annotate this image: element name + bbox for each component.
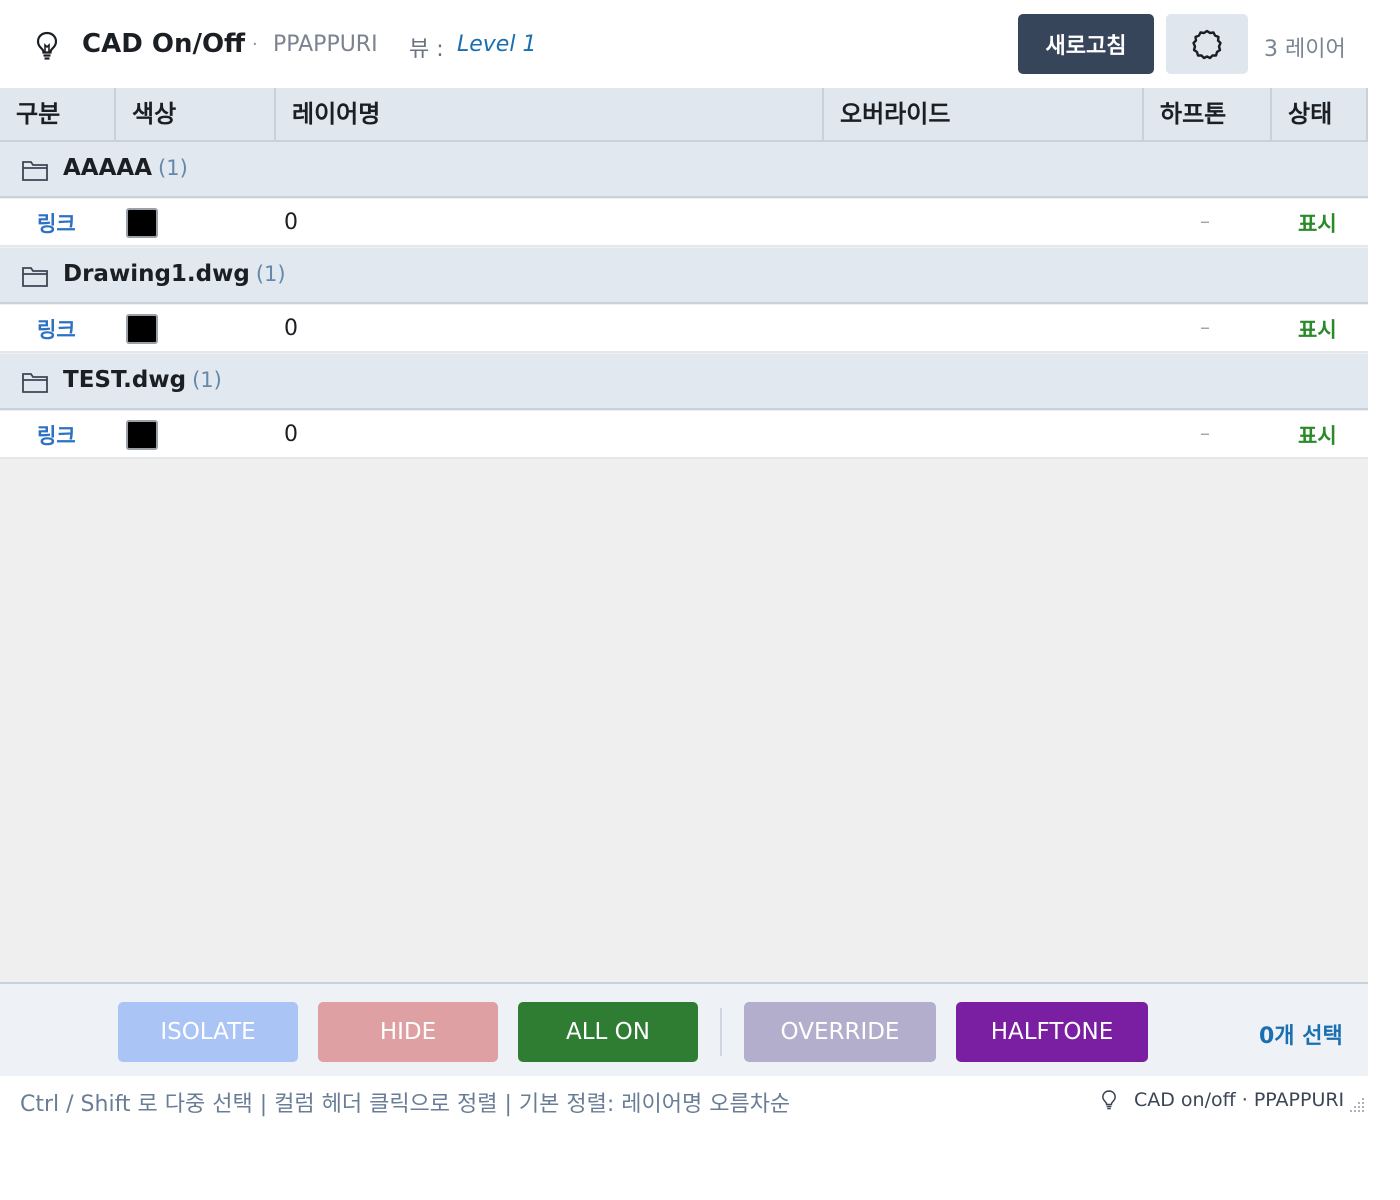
layer-type: 링크	[37, 318, 76, 342]
column-header-state[interactable]: 상태	[1272, 88, 1368, 140]
group-count: (1)	[255, 262, 286, 286]
column-header-layer-name[interactable]: 레이어명	[276, 88, 824, 140]
layer-row[interactable]: 링크 0 – 표시	[0, 305, 1368, 353]
cad-onoff-window: CAD On/Off · PPAPPURI 뷰 : Level 1 새로고침 3…	[0, 0, 1368, 1200]
column-header-color[interactable]: 색상	[116, 88, 276, 140]
footer-brand: CAD on/off · PPAPPURI	[1134, 1089, 1345, 1111]
override-button[interactable]: OVERRIDE	[744, 1002, 936, 1062]
column-header-override[interactable]: 오버라이드	[824, 88, 1144, 140]
gear-icon	[1192, 29, 1222, 60]
column-header-halftone[interactable]: 하프톤	[1144, 88, 1272, 140]
state-toggle[interactable]: 표시	[1298, 314, 1337, 344]
layer-row[interactable]: 링크 0 – 표시	[0, 411, 1368, 459]
header-bar: CAD On/Off · PPAPPURI 뷰 : Level 1 새로고침 3…	[0, 0, 1368, 88]
halftone-value: –	[1200, 315, 1210, 339]
folder-icon	[22, 267, 48, 287]
group-count: (1)	[158, 156, 188, 180]
selection-count: 0개 선택	[1259, 1024, 1343, 1049]
halftone-value: –	[1200, 421, 1210, 445]
view-value: Level 1	[457, 32, 537, 57]
folder-icon	[22, 161, 48, 181]
hide-button[interactable]: HIDE	[318, 1002, 498, 1062]
layer-count: 3 레이어	[1264, 37, 1346, 62]
group-count: (1)	[192, 368, 222, 392]
layer-name: 0	[284, 316, 298, 341]
layer-name: 0	[284, 210, 298, 235]
layer-grid: AAAAA (1) 링크 0 – 표시 Drawing1.dwg (1) 링크 0 …	[0, 142, 1368, 982]
group-name: TEST.dwg (1)	[63, 367, 222, 393]
lightbulb-icon	[1102, 1090, 1116, 1110]
refresh-button[interactable]: 새로고침	[1018, 14, 1154, 74]
halftone-value: –	[1200, 209, 1210, 233]
column-header-type[interactable]: 구분	[0, 88, 116, 140]
lightbulb-icon	[36, 31, 58, 60]
group-row[interactable]: TEST.dwg (1)	[0, 354, 1368, 410]
app-title: CAD On/Off	[82, 29, 246, 59]
layer-type: 링크	[37, 424, 76, 448]
group-name: AAAAA (1)	[63, 155, 188, 181]
isolate-button[interactable]: ISOLATE	[118, 1002, 298, 1062]
toolbar-divider	[720, 1008, 722, 1056]
state-toggle[interactable]: 표시	[1298, 420, 1337, 450]
action-toolbar: ISOLATE HIDE ALL ON OVERRIDE HALFTONE 0개…	[0, 982, 1368, 1076]
project-name: PPAPPURI	[273, 32, 378, 57]
column-header-row: 구분 색상 레이어명 오버라이드 하프톤 상태	[0, 88, 1368, 142]
layer-type: 링크	[37, 212, 76, 236]
group-row[interactable]: AAAAA (1)	[0, 142, 1368, 198]
resize-grip-icon[interactable]	[1344, 1094, 1366, 1116]
title-separator: ·	[252, 34, 258, 55]
folder-icon	[22, 373, 48, 393]
group-name: Drawing1.dwg (1)	[63, 261, 286, 287]
halftone-button[interactable]: HALFTONE	[956, 1002, 1148, 1062]
state-toggle[interactable]: 표시	[1298, 208, 1337, 238]
footer-bar: Ctrl / Shift 로 다중 선택 | 컬럼 헤더 클릭으로 정렬 | 기…	[0, 1076, 1368, 1126]
usage-hint: Ctrl / Shift 로 다중 선택 | 컬럼 헤더 클릭으로 정렬 | 기…	[20, 1092, 791, 1117]
all-on-button[interactable]: ALL ON	[518, 1002, 698, 1062]
group-row[interactable]: Drawing1.dwg (1)	[0, 248, 1368, 304]
layer-row[interactable]: 링크 0 – 표시	[0, 199, 1368, 247]
layer-name: 0	[284, 422, 298, 447]
view-label: 뷰 :	[409, 37, 444, 62]
color-swatch[interactable]	[126, 208, 158, 238]
color-swatch[interactable]	[126, 420, 158, 450]
settings-button[interactable]	[1166, 14, 1248, 74]
color-swatch[interactable]	[126, 314, 158, 344]
